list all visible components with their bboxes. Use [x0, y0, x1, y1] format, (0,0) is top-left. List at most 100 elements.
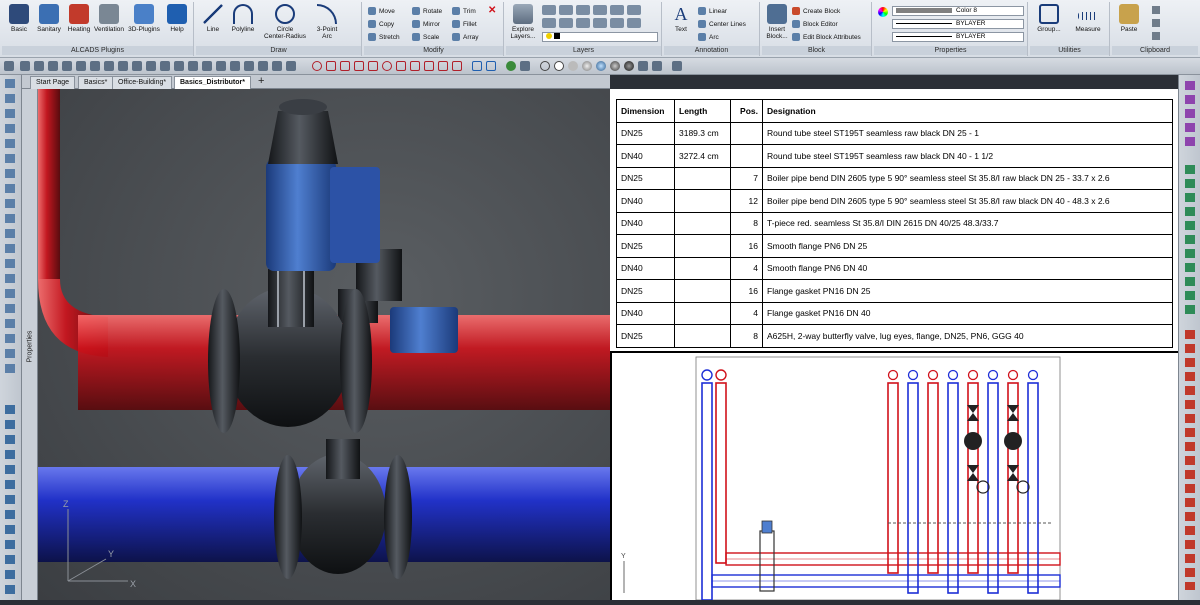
- modify-tools-icons[interactable]: [5, 405, 15, 595]
- color-wheel-icon[interactable]: [878, 7, 888, 17]
- properties-side-panel[interactable]: Properties: [22, 89, 38, 600]
- schematic-view-2d[interactable]: Y: [610, 351, 1178, 601]
- trim-button[interactable]: Trim: [452, 6, 476, 18]
- osnap-quadrant-icon[interactable]: [382, 61, 392, 71]
- insert-block-button[interactable]: Insert Block...: [762, 4, 792, 40]
- toolbar-tool-icon[interactable]: [174, 61, 184, 71]
- toolbar-tool-icon[interactable]: [20, 61, 30, 71]
- osnap-node-icon[interactable]: [396, 61, 406, 71]
- explore-layers-button[interactable]: Explore Layers...: [508, 4, 538, 40]
- layer-dropdown[interactable]: [542, 32, 658, 42]
- basic-button[interactable]: Basic: [4, 4, 34, 33]
- layer-tool-icon[interactable]: [559, 18, 573, 28]
- osnap-endpoint-icon[interactable]: [326, 61, 336, 71]
- visual-style-flat-icon[interactable]: [568, 61, 578, 71]
- osnap-perpendicular-icon[interactable]: [354, 61, 364, 71]
- block-editor-button[interactable]: Block Editor: [792, 19, 838, 31]
- osnap-intersection-icon[interactable]: [424, 61, 434, 71]
- osnap-tangent-icon[interactable]: [438, 61, 448, 71]
- copy-clip-icon[interactable]: [1152, 19, 1160, 27]
- ventilation-button[interactable]: Ventilation: [94, 4, 124, 33]
- render-icon[interactable]: [652, 61, 662, 71]
- line-button[interactable]: Line: [198, 4, 228, 33]
- cut-icon[interactable]: [1152, 6, 1160, 14]
- erase-icon[interactable]: ✕: [488, 6, 497, 16]
- lineweight-dropdown[interactable]: BYLAYER: [892, 32, 1024, 42]
- toolbar-tool-icon[interactable]: [76, 61, 86, 71]
- view-tools-icons[interactable]: [1185, 165, 1195, 315]
- osnap-clear-icon[interactable]: [472, 61, 482, 71]
- visual-style-wireframe-icon[interactable]: [540, 61, 550, 71]
- layer-tool-icon[interactable]: [542, 18, 556, 28]
- model-viewport-3d[interactable]: Z X Y: [38, 89, 610, 600]
- linetype-dropdown[interactable]: BYLAYER: [892, 19, 1024, 29]
- toolbar-tool-icon[interactable]: [48, 61, 58, 71]
- arc-button[interactable]: 3-Point Arc: [312, 4, 342, 40]
- mirror-button[interactable]: Mirror: [412, 19, 440, 31]
- text-button[interactable]: A Text: [666, 4, 696, 33]
- polyline-button[interactable]: Polyline: [226, 4, 260, 33]
- copy-button[interactable]: Copy: [368, 19, 394, 31]
- osnap-midpoint-icon[interactable]: [340, 61, 350, 71]
- toolbar-tool-icon[interactable]: [62, 61, 72, 71]
- toolbar-tool-icon[interactable]: [202, 61, 212, 71]
- measure-button[interactable]: Measure: [1070, 4, 1106, 33]
- visual-style-gouraud-icon[interactable]: [582, 61, 592, 71]
- visual-style-settings-icon[interactable]: [638, 61, 648, 71]
- visual-style-shaded-icon[interactable]: [610, 61, 620, 71]
- layer-tool-icon[interactable]: [593, 5, 607, 15]
- toolbar-tool-icon[interactable]: [132, 61, 142, 71]
- dimension-tools-icons[interactable]: [1185, 81, 1195, 151]
- osnap-center-icon[interactable]: [312, 61, 322, 71]
- center-lines-button[interactable]: Center Lines: [698, 19, 746, 31]
- tab-basics[interactable]: Basics*: [78, 76, 114, 89]
- color-dropdown[interactable]: Color 8: [892, 6, 1024, 16]
- tab-office-building[interactable]: Office-Building*: [112, 76, 173, 89]
- layer-tool-icon[interactable]: [610, 18, 624, 28]
- toolbar-tool-icon[interactable]: [244, 61, 254, 71]
- toolbar-tool-icon[interactable]: [286, 61, 296, 71]
- tab-basics-distributor[interactable]: Basics_Distributor*: [174, 76, 251, 89]
- toolbar-tool-icon[interactable]: [34, 61, 44, 71]
- sanitary-button[interactable]: Sanitary: [34, 4, 64, 33]
- match-properties-icon[interactable]: [1152, 32, 1160, 40]
- layer-tool-icon[interactable]: [627, 18, 641, 28]
- create-block-button[interactable]: Create Block: [792, 6, 840, 18]
- draw-tools-icons[interactable]: [5, 79, 15, 379]
- layer-tool-icon[interactable]: [576, 5, 590, 15]
- layer-tool-icon[interactable]: [576, 18, 590, 28]
- scale-button[interactable]: Scale: [412, 32, 439, 44]
- toolbar-tool-icon[interactable]: [188, 61, 198, 71]
- osnap-nearest-icon[interactable]: [410, 61, 420, 71]
- linear-dimension-button[interactable]: Linear: [698, 6, 727, 18]
- layer-tool-icon[interactable]: [593, 18, 607, 28]
- view-icon[interactable]: [672, 61, 682, 71]
- heating-button[interactable]: Heating: [64, 4, 94, 33]
- toolbar-tool-icon[interactable]: [90, 61, 100, 71]
- osnap-insertion-icon[interactable]: [368, 61, 378, 71]
- layer-tool-icon[interactable]: [610, 5, 624, 15]
- new-tab-icon[interactable]: +: [258, 75, 264, 88]
- arc-dimension-button[interactable]: Arc: [698, 32, 719, 44]
- group-button[interactable]: Group...: [1032, 4, 1066, 33]
- visual-style-realistic-icon[interactable]: [596, 61, 606, 71]
- help-button[interactable]: Help: [162, 4, 192, 33]
- toolbar-tool-icon[interactable]: [216, 61, 226, 71]
- edit-block-attributes-button[interactable]: Edit Block Attributes: [792, 32, 861, 44]
- stretch-button[interactable]: Stretch: [368, 32, 400, 44]
- visual-style-dark-icon[interactable]: [624, 61, 634, 71]
- move-button[interactable]: Move: [368, 6, 395, 18]
- toolbar-tool-icon[interactable]: [258, 61, 268, 71]
- visual-style-hidden-icon[interactable]: [554, 61, 564, 71]
- circle-button[interactable]: Circle Center-Radius: [260, 4, 310, 40]
- toolbar-tool-icon[interactable]: [104, 61, 114, 71]
- toolbar-tool-icon[interactable]: [230, 61, 240, 71]
- toolbar-tool-icon[interactable]: [160, 61, 170, 71]
- 3d-plugins-button[interactable]: 3D-Plugins: [126, 4, 162, 33]
- layer-tool-icon[interactable]: [542, 5, 556, 15]
- tab-start-page[interactable]: Start Page: [30, 76, 76, 89]
- layer-tool-icon[interactable]: [627, 5, 641, 15]
- layout-sheet[interactable]: Dimension Length Pos. Designation DN25 31…: [610, 89, 1178, 601]
- layer-tool-icon[interactable]: [559, 5, 573, 15]
- osnap-extension-icon[interactable]: [452, 61, 462, 71]
